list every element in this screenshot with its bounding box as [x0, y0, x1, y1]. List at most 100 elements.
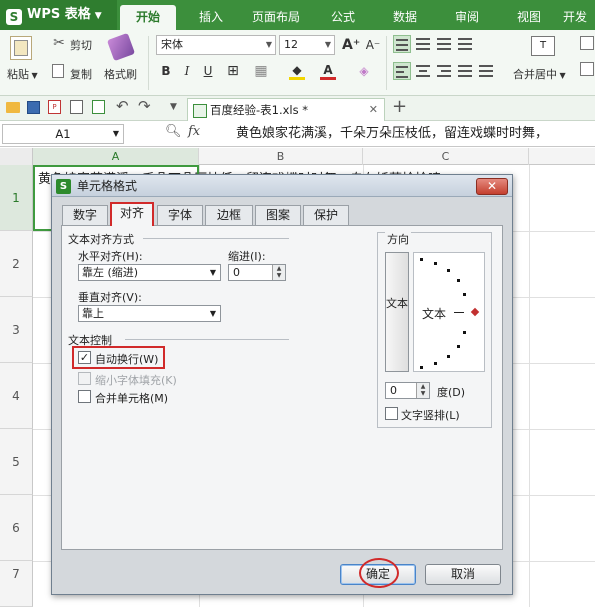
vertical-text-checkbox[interactable]: [385, 407, 398, 420]
wrap-icon[interactable]: [580, 36, 594, 50]
row-header-7[interactable]: 7: [0, 561, 33, 607]
wps-logo-icon: S: [6, 9, 22, 25]
align-center-icon[interactable]: [414, 62, 432, 80]
orientation-section-title: 方向: [385, 231, 411, 247]
indent-stepper[interactable]: 0 ▲ ▼: [228, 264, 286, 281]
shrink-to-fit-checkbox[interactable]: [78, 372, 91, 385]
merge-center-button[interactable]: 合并居中 ▼: [513, 66, 566, 82]
align-left-icon[interactable]: [393, 62, 411, 80]
format-painter-button[interactable]: 格式刷: [104, 66, 137, 82]
degrees-stepper[interactable]: 0 ▲ ▼: [385, 382, 430, 399]
borders-icon[interactable]: ⊞: [224, 62, 242, 80]
cancel-button[interactable]: 取消: [425, 564, 501, 585]
paste-button[interactable]: 粘贴 ▼: [7, 66, 47, 82]
text-direction-icon[interactable]: [456, 35, 474, 53]
redo-icon[interactable]: ↷: [138, 97, 151, 115]
row-header-2[interactable]: 2: [0, 231, 33, 297]
font-color-icon[interactable]: A: [319, 61, 337, 80]
spinner-arrows-icon[interactable]: ▲ ▼: [272, 265, 285, 280]
vertical-align-select[interactable]: 靠上 ▼: [78, 305, 221, 322]
font-size-select[interactable]: 12 ▼: [279, 35, 335, 55]
align-bottom-icon[interactable]: [435, 35, 453, 53]
wps-app-menu-button[interactable]: S WPS 表格 ▼: [0, 0, 117, 30]
cell-pattern-icon[interactable]: ▦: [252, 62, 270, 80]
spreadsheet-file-icon: [193, 104, 207, 118]
ribbon-separator: [148, 36, 149, 90]
distributed-icon[interactable]: [477, 62, 495, 80]
column-header-b[interactable]: B: [199, 148, 363, 165]
customize-chevron-icon[interactable]: ▼: [170, 102, 177, 112]
zoom-search-icon[interactable]: 🔍︎: [165, 124, 182, 139]
document-tab-title: 百度经验-表1.xls *: [210, 103, 309, 117]
cut-button[interactable]: 剪切: [70, 37, 92, 53]
chevron-down-icon: ▼: [209, 309, 216, 318]
decrease-font-icon[interactable]: A⁻: [364, 36, 382, 54]
tab-page-layout[interactable]: 页面布局: [245, 5, 307, 30]
fx-icon[interactable]: fx: [188, 124, 200, 139]
merge-cells-label: 合并单元格(M): [95, 392, 169, 405]
orientation-dot: [434, 262, 437, 265]
print-preview-icon[interactable]: [92, 100, 105, 114]
copy-button[interactable]: 复制: [70, 66, 92, 82]
orientation-dot: [434, 362, 437, 365]
tab-number[interactable]: 数字: [62, 205, 108, 225]
increase-font-icon[interactable]: A⁺: [342, 36, 360, 54]
row-header-1[interactable]: 1: [0, 165, 33, 231]
column-header-c[interactable]: C: [363, 148, 529, 165]
degrees-label: 度(D): [437, 386, 466, 399]
horizontal-align-select[interactable]: 靠左 (缩进) ▼: [78, 264, 221, 281]
tab-insert[interactable]: 插入: [186, 5, 236, 30]
align-right-icon[interactable]: [435, 62, 453, 80]
close-button[interactable]: ✕: [476, 178, 508, 195]
vertical-text-button[interactable]: 文本: [385, 252, 409, 372]
close-icon[interactable]: ✕: [369, 99, 378, 121]
column-header-a[interactable]: A: [33, 148, 199, 165]
clear-format-icon[interactable]: ◈: [355, 62, 373, 80]
tab-review[interactable]: 审阅: [442, 5, 492, 30]
export-pdf-icon[interactable]: P: [48, 100, 61, 114]
tab-pattern[interactable]: 图案: [255, 205, 301, 225]
row-header-6[interactable]: 6: [0, 495, 33, 561]
formula-input[interactable]: 黄色娘家花满溪，千朵万朵压枝低，留连戏蝶时时舞，: [236, 124, 595, 144]
chevron-down-icon: ▼: [94, 11, 102, 21]
row-header-5[interactable]: 5: [0, 429, 33, 495]
paste-icon[interactable]: [10, 36, 32, 60]
new-tab-plus-icon[interactable]: +: [392, 96, 407, 117]
tab-border[interactable]: 边框: [205, 205, 253, 225]
tab-data[interactable]: 数据: [380, 5, 430, 30]
tab-font[interactable]: 字体: [157, 205, 203, 225]
document-tab[interactable]: 百度经验-表1.xls * ✕: [187, 98, 385, 121]
scissors-icon: ✂: [53, 35, 65, 51]
font-name-select[interactable]: 宋体 ▼: [156, 35, 276, 55]
ribbon-separator: [386, 36, 387, 90]
tab-protection[interactable]: 保护: [303, 205, 349, 225]
tab-formulas[interactable]: 公式: [318, 5, 368, 30]
underline-button[interactable]: U: [199, 62, 217, 80]
italic-button[interactable]: I: [178, 62, 196, 80]
orientation-dot: [463, 331, 466, 334]
align-top-icon[interactable]: [393, 35, 411, 53]
fill-color-icon[interactable]: ◆: [288, 61, 306, 80]
spinner-arrows-icon[interactable]: ▲ ▼: [416, 383, 429, 398]
name-box[interactable]: A1 ▼: [2, 124, 124, 144]
undo-icon[interactable]: ↶: [116, 97, 129, 115]
row-header-4[interactable]: 4: [0, 363, 33, 429]
print-icon[interactable]: [70, 100, 83, 114]
tab-developer[interactable]: 开发: [563, 5, 595, 30]
align-middle-icon[interactable]: [414, 35, 432, 53]
tab-alignment[interactable]: 对齐: [110, 202, 154, 226]
save-icon[interactable]: [27, 101, 40, 114]
dialog-title[interactable]: 单元格格式: [52, 175, 512, 197]
bold-button[interactable]: B: [157, 62, 175, 80]
more-format-icon[interactable]: [580, 62, 594, 76]
wrap-text-checkbox[interactable]: ✓: [78, 351, 91, 364]
merge-cells-checkbox[interactable]: [78, 390, 91, 403]
tab-view[interactable]: 视图: [504, 5, 554, 30]
open-folder-icon[interactable]: [6, 102, 20, 113]
tab-home[interactable]: 开始: [120, 5, 176, 30]
justify-icon[interactable]: [456, 62, 474, 80]
text-alignment-section-title: 文本对齐方式: [68, 233, 134, 246]
app-logo-label: WPS 表格: [27, 7, 91, 22]
row-header-3[interactable]: 3: [0, 297, 33, 363]
select-all-corner[interactable]: [0, 148, 33, 165]
